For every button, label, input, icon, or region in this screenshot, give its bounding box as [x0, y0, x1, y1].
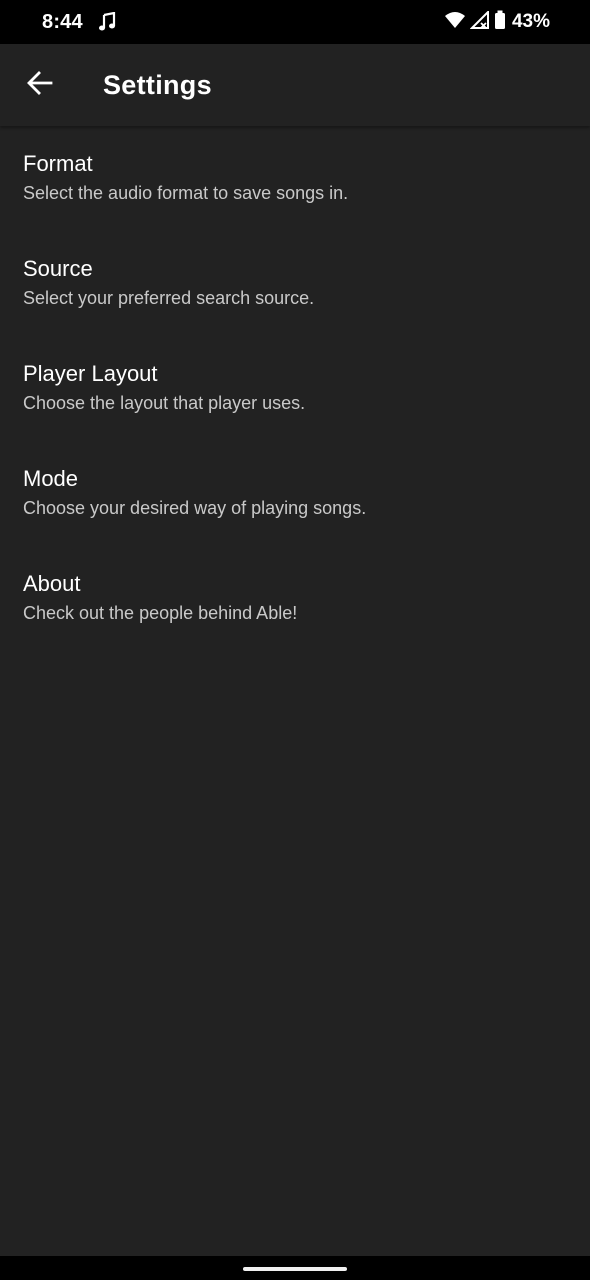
settings-item-source[interactable]: Source Select your preferred search sour…: [0, 231, 590, 336]
settings-item-mode[interactable]: Mode Choose your desired way of playing …: [0, 441, 590, 546]
settings-list: Format Select the audio format to save s…: [0, 126, 590, 651]
settings-item-subtitle: Choose the layout that player uses.: [23, 393, 306, 413]
settings-item-subtitle: Choose your desired way of playing songs…: [23, 498, 367, 518]
back-button[interactable]: [12, 57, 68, 113]
navigation-bar: [0, 1256, 590, 1280]
settings-item-subtitle: Select your preferred search source.: [23, 288, 315, 308]
settings-item-player-layout[interactable]: Player Layout Choose the layout that pla…: [0, 336, 590, 441]
settings-item-title: About: [23, 571, 81, 596]
settings-item-title: Format: [23, 151, 93, 176]
battery-percent: 43%: [511, 11, 550, 32]
wifi-icon: [444, 11, 466, 34]
cell-signal-icon: [469, 9, 490, 34]
settings-item-subtitle: Check out the people behind Able!: [23, 603, 298, 623]
settings-item-about[interactable]: About Check out the people behind Able!: [0, 546, 590, 651]
settings-item-title: Mode: [23, 466, 79, 491]
status-time: 8:44: [42, 10, 83, 33]
settings-item-subtitle: Select the audio format to save songs in…: [23, 183, 349, 203]
arrow-back-icon: [27, 70, 53, 100]
app-bar: Settings: [0, 44, 590, 126]
page-title: Settings: [103, 69, 212, 100]
status-icons: 43%: [444, 0, 550, 44]
home-indicator[interactable]: [243, 1267, 347, 1271]
settings-item-title: Player Layout: [23, 361, 158, 386]
settings-item-title: Source: [23, 256, 93, 281]
battery-icon: [494, 10, 506, 35]
music-note-icon: [97, 11, 117, 33]
settings-item-format[interactable]: Format Select the audio format to save s…: [0, 126, 590, 231]
status-bar: 8:44 43%: [0, 0, 590, 44]
